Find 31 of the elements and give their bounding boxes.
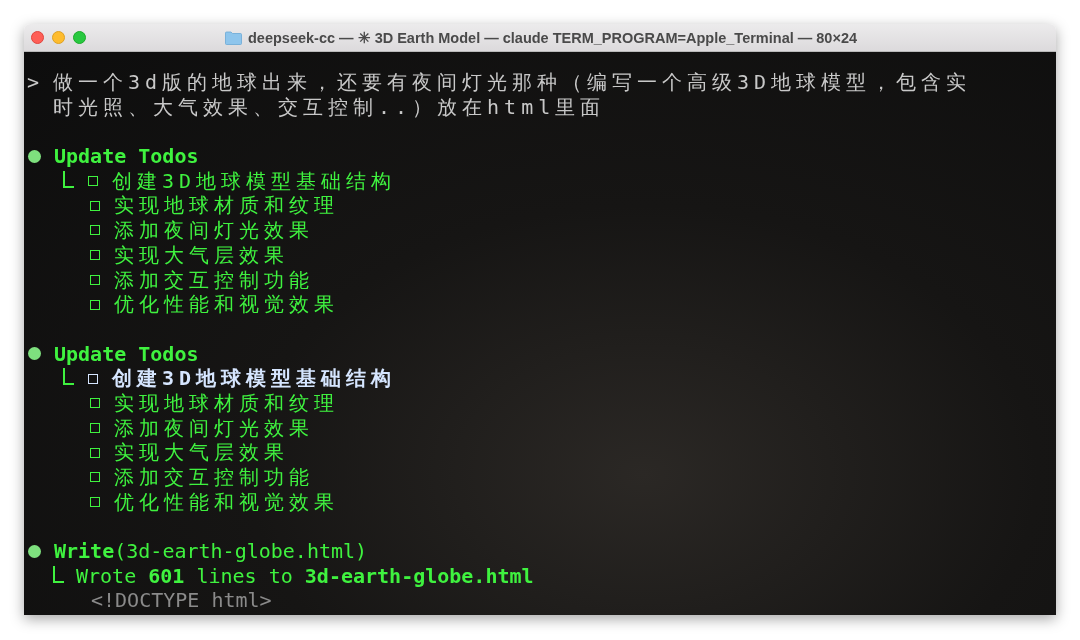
todo-item: 优化性能和视觉效果 xyxy=(114,292,339,317)
prompt-text: 时光照、大气效果、交互控制..）放在html里面 xyxy=(53,94,606,120)
todo-item: 创建3D地球模型基础结构 xyxy=(112,168,397,194)
window-title: deepseek-cc — ✳ 3D Earth Model — claude TERM_PROGRAM=Apple_Terminal — 80×24 xyxy=(248,29,857,46)
prompt-text: 做一个3d版的地球出来，还要有夜间灯光那种（编写一个高级3D地球模型，包含实 xyxy=(53,70,972,95)
todo-item: 实现大气层效果 xyxy=(114,440,289,465)
code-preview: <!DOCTYPE html> xyxy=(90,588,272,614)
todo-item: 实现地球材质和纹理 xyxy=(114,390,339,416)
status-dot-icon xyxy=(28,149,41,163)
zoom-button[interactable] xyxy=(73,31,86,44)
todo-item: 添加交互控制功能 xyxy=(114,267,314,293)
todo-item: 创建3D地球模型基础结构 xyxy=(112,366,397,391)
todo-item: 实现地球材质和纹理 xyxy=(114,193,339,219)
todo-item: 添加夜间灯光效果 xyxy=(114,415,314,441)
todo-item: 实现大气层效果 xyxy=(114,242,289,268)
status-dot-icon xyxy=(28,544,41,558)
minimize-button[interactable] xyxy=(52,31,65,44)
todo-item: 添加交互控制功能 xyxy=(114,465,314,490)
section-title: Write(3d-earth-globe.html) xyxy=(54,539,368,564)
result-text: Wrote 601 lines to 3d-earth-globe.html xyxy=(76,563,534,589)
todo-item: 优化性能和视觉效果 xyxy=(114,489,339,515)
close-button[interactable] xyxy=(31,31,44,44)
folder-icon xyxy=(225,30,242,45)
status-dot-icon xyxy=(28,347,41,361)
tree-connector-icon xyxy=(63,170,74,188)
section-title: Update Todos xyxy=(54,341,199,367)
tree-connector-icon xyxy=(63,368,74,386)
section-title: Update Todos xyxy=(54,144,199,169)
prompt-symbol: > xyxy=(27,70,41,95)
tree-connector-icon xyxy=(53,565,64,583)
todo-item: 添加夜间灯光效果 xyxy=(114,218,314,243)
